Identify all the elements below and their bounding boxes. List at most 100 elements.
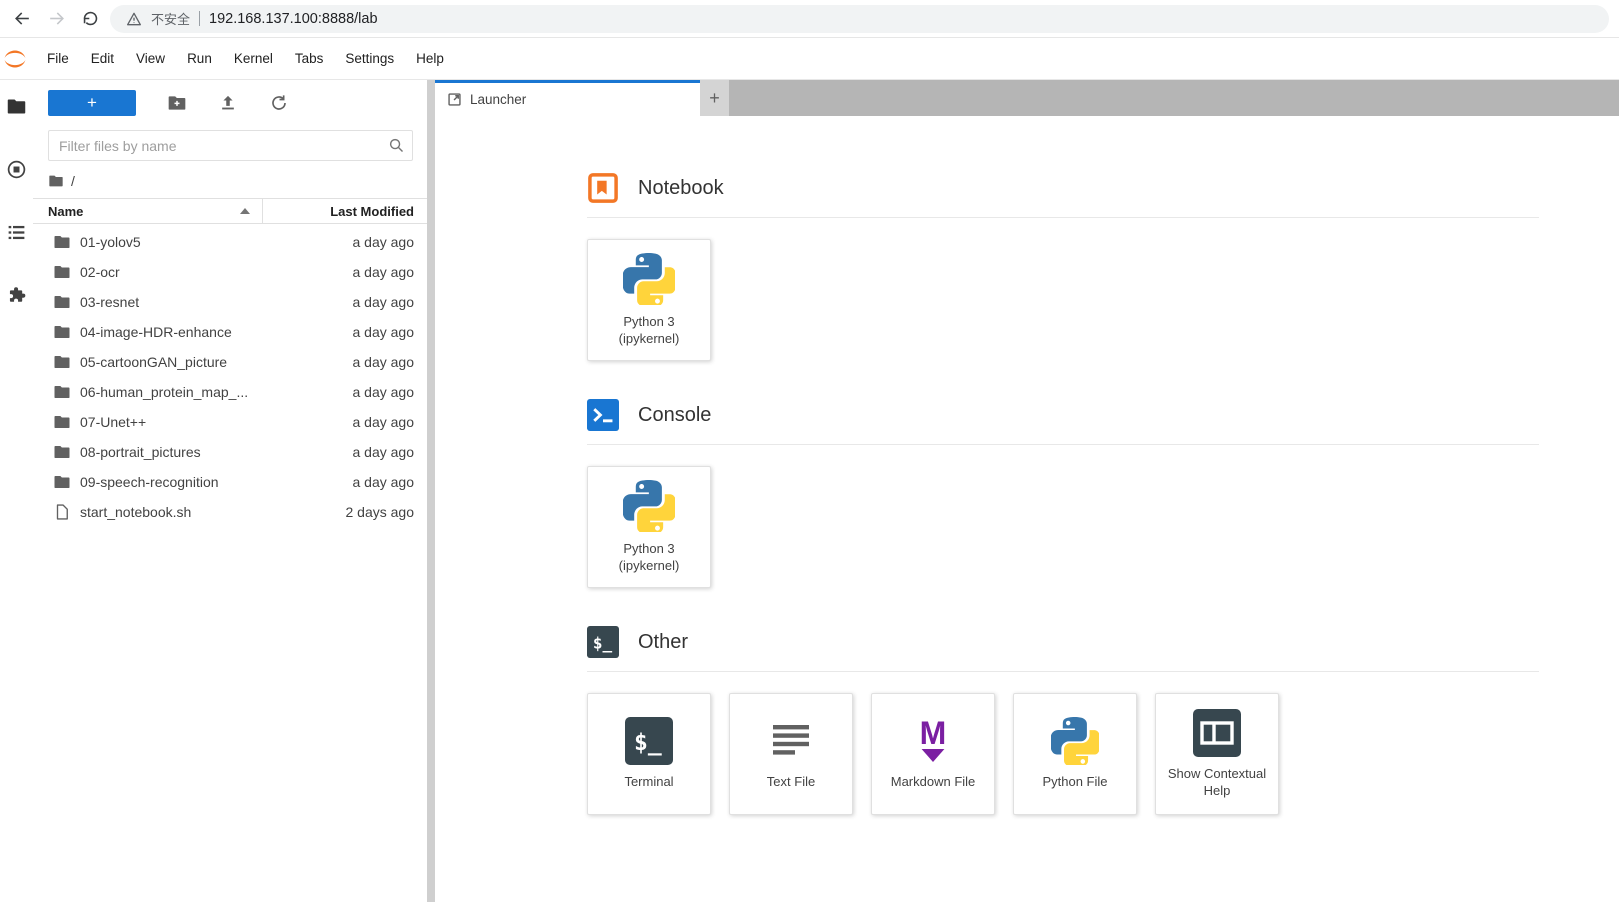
file-name: start_notebook.sh [80, 504, 192, 520]
column-header-last-modified[interactable]: Last Modified [262, 199, 427, 223]
refresh-file-list-icon[interactable] [269, 93, 289, 113]
file-row[interactable]: 06-human_protein_map_... a day ago [33, 377, 427, 407]
menu-help[interactable]: Help [405, 38, 455, 80]
menu-view[interactable]: View [125, 38, 176, 80]
terminal-icon: $_ [587, 626, 619, 658]
other-section-header: $_ Other [587, 626, 1539, 672]
card-python-file[interactable]: Python File [1013, 693, 1137, 815]
breadcrumb-root: / [71, 173, 75, 189]
folder-icon [53, 473, 71, 491]
breadcrumb[interactable]: / [33, 167, 427, 198]
tab-bar: Launcher + [435, 80, 1619, 116]
activity-bar [0, 80, 33, 902]
menu-tabs[interactable]: Tabs [284, 38, 335, 80]
tab-bar-empty-space [729, 80, 1619, 116]
file-browser-toolbar: + [33, 80, 427, 120]
browser-refresh-button[interactable] [76, 5, 104, 33]
home-folder-icon [48, 173, 64, 189]
markdown-icon: M [909, 717, 957, 765]
menu-run[interactable]: Run [176, 38, 223, 80]
search-icon [388, 137, 405, 154]
contextual-help-icon [1193, 708, 1241, 757]
column-header-name[interactable]: Name [33, 204, 262, 219]
notebook-icon [587, 172, 619, 204]
menu-settings[interactable]: Settings [334, 38, 405, 80]
browser-back-button[interactable] [8, 5, 36, 33]
sort-ascending-icon [240, 208, 250, 214]
tab-launcher[interactable]: Launcher [435, 80, 700, 116]
file-modified: a day ago [352, 474, 415, 490]
folder-icon [53, 293, 71, 311]
card-notebook-python3[interactable]: Python 3 (ipykernel) [587, 239, 711, 361]
card-terminal[interactable]: $_ Terminal [587, 693, 711, 815]
section-title: Notebook [638, 176, 724, 199]
file-row[interactable]: start_notebook.sh 2 days ago [33, 497, 427, 527]
address-bar[interactable]: 不安全 192.168.137.100:8888/lab [110, 4, 1609, 33]
file-name: 09-speech-recognition [80, 474, 219, 490]
new-tab-button[interactable]: + [700, 80, 729, 116]
back-arrow-icon [14, 12, 29, 25]
omnibox-separator [199, 11, 201, 26]
card-console-python3[interactable]: Python 3 (ipykernel) [587, 466, 711, 588]
file-row[interactable]: 08-portrait_pictures a day ago [33, 437, 427, 467]
folder-icon [53, 443, 71, 461]
forward-arrow-icon [49, 12, 64, 25]
folder-icon [53, 233, 71, 251]
file-row[interactable]: 01-yolov5 a day ago [33, 227, 427, 257]
file-list: 01-yolov5 a day ago 02-ocr a day ago 03-… [33, 224, 427, 527]
launcher-section-notebook: Notebook Python 3 (ipykernel) [587, 172, 1539, 361]
browser-forward-button[interactable] [42, 5, 70, 33]
file-row[interactable]: 05-cartoonGAN_picture a day ago [33, 347, 427, 377]
url-text: 192.168.137.100:8888/lab [209, 10, 378, 27]
security-label: 不安全 [151, 12, 191, 27]
file-row[interactable]: 04-image-HDR-enhance a day ago [33, 317, 427, 347]
card-label: Show Contextual Help [1167, 765, 1267, 798]
card-show-contextual-help[interactable]: Show Contextual Help [1155, 693, 1279, 815]
file-modified: a day ago [352, 294, 415, 310]
panel-resize-handle[interactable] [427, 80, 435, 902]
file-row[interactable]: 02-ocr a day ago [33, 257, 427, 287]
extension-manager-tab-icon[interactable] [6, 285, 27, 306]
card-text-file[interactable]: Text File [729, 693, 853, 815]
folder-icon [53, 383, 71, 401]
svg-text:$_: $_ [593, 634, 613, 653]
card-label: Markdown File [890, 774, 976, 790]
file-browser-tab-icon[interactable] [6, 96, 27, 117]
terminal-icon: $_ [625, 717, 673, 766]
filter-files-input[interactable] [48, 130, 413, 161]
launcher-panel: Notebook Python 3 (ipykernel) Console Py… [435, 116, 1619, 902]
new-launcher-button[interactable]: + [48, 90, 136, 116]
file-name: 08-portrait_pictures [80, 444, 201, 460]
file-row[interactable]: 09-speech-recognition a day ago [33, 467, 427, 497]
menu-edit[interactable]: Edit [80, 38, 125, 80]
file-browser-panel: + / Name [33, 80, 427, 902]
file-name: 04-image-HDR-enhance [80, 324, 232, 340]
new-folder-icon[interactable] [167, 93, 187, 113]
launcher-tab-icon [447, 92, 462, 107]
menu-file[interactable]: File [36, 38, 80, 80]
filter-files-container [48, 130, 413, 161]
card-markdown-file[interactable]: M Markdown File [871, 693, 995, 815]
file-name: 06-human_protein_map_... [80, 384, 249, 400]
card-label: Text File [766, 774, 816, 790]
workspace: + / Name [0, 80, 1619, 902]
menu-kernel[interactable]: Kernel [223, 38, 284, 80]
file-row[interactable]: 03-resnet a day ago [33, 287, 427, 317]
file-list-header: Name Last Modified [33, 198, 427, 224]
file-row[interactable]: 07-Unet++ a day ago [33, 407, 427, 437]
file-modified: a day ago [352, 324, 415, 340]
file-modified: a day ago [352, 414, 415, 430]
folder-icon [53, 353, 71, 371]
file-modified: 2 days ago [345, 504, 415, 520]
card-label: Terminal [624, 774, 674, 790]
launcher-tab-label: Launcher [470, 92, 527, 107]
folder-icon [53, 263, 71, 281]
other-cards: $_ Terminal Text File M Markdown File Py… [587, 693, 1539, 815]
launcher-section-other: $_ Other $_ Terminal Text File M Markdow… [587, 626, 1539, 815]
launcher-section-console: Console Python 3 (ipykernel) [587, 399, 1539, 588]
section-title: Console [638, 403, 712, 426]
table-of-contents-tab-icon[interactable] [6, 222, 27, 243]
running-kernels-tab-icon[interactable] [6, 159, 27, 180]
console-section-header: Console [587, 399, 1539, 445]
upload-files-icon[interactable] [218, 93, 238, 113]
